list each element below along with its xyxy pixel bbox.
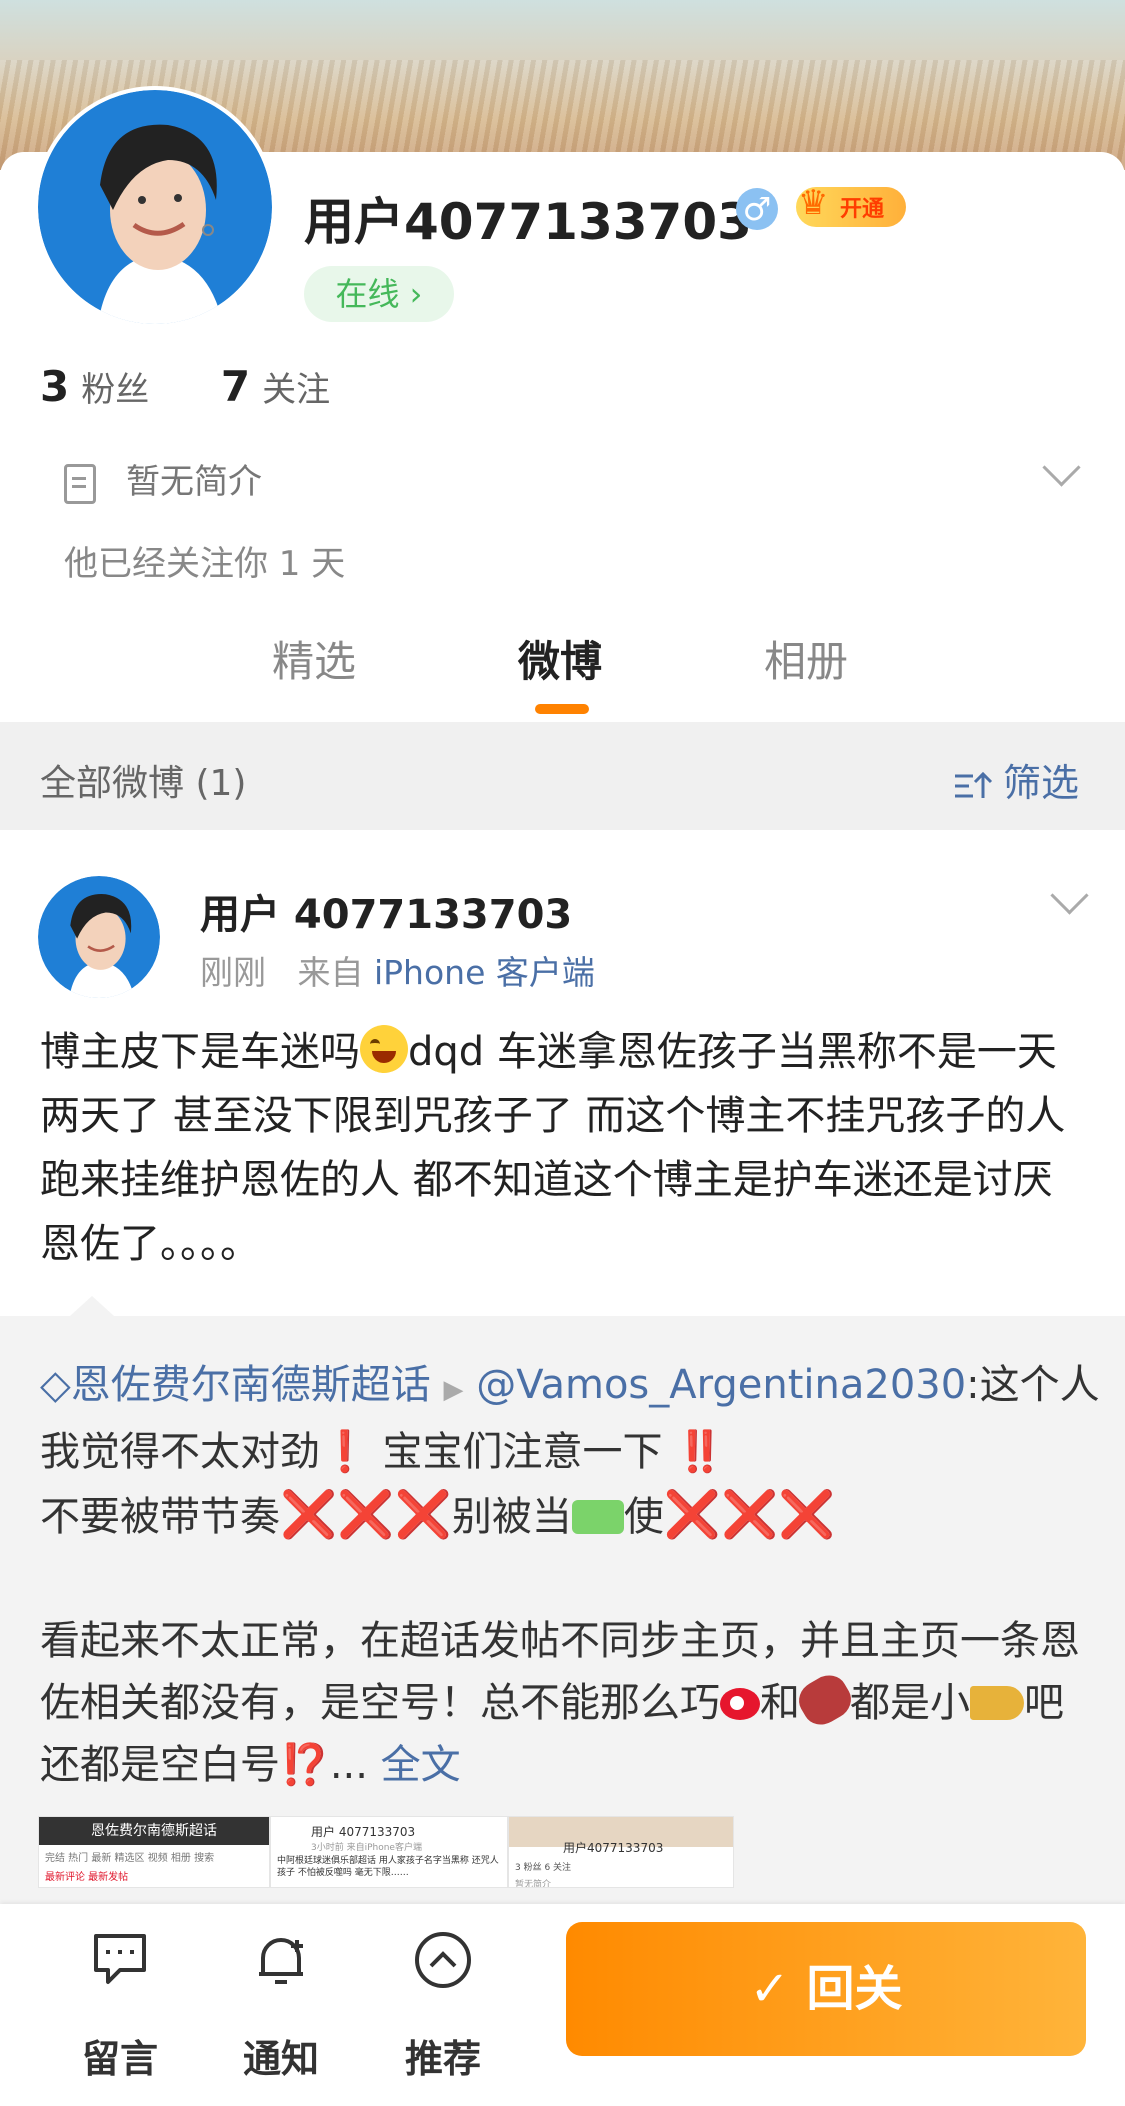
super-topic-link[interactable]: ◇恩佐费尔南德斯超话 [40,1362,431,1408]
tab-featured[interactable]: 精选 [272,628,356,689]
post-source-prefix: 来自 [297,953,364,992]
arrow-right-icon: ▶ [443,1375,464,1405]
follow-duration-text: 他已经关注你 1 天 [64,544,346,584]
filter-sort-icon [954,771,993,798]
post-source[interactable]: iPhone 客户端 [374,953,595,992]
repost-image-2[interactable]: 用户 4077133703 3小时前 来自iPhone客户端 中阿根廷球迷俱乐部… [270,1816,508,1888]
water-pistol-emoji-icon [571,1500,624,1534]
reposted-content[interactable]: ◇恩佐费尔南德斯超话 ▶ @Vamos_Argentina2030:这个人我觉得… [0,1296,1125,1936]
chevron-up-circle-icon [415,1932,471,1988]
profile-bio: 暂无简介 [64,454,262,504]
mention-link[interactable]: @Vamos_Argentina2030 [476,1362,966,1408]
post-text: 博主皮下是车迷吗 dqd 车迷拿恩佐孩子当黑称不是一天两天了 甚至没下限到咒孩子了… [40,1020,1090,1276]
crown-icon: ♛ [798,183,829,223]
profile-tabs: 精选 微博 相册 [0,620,1125,720]
post-author-avatar[interactable] [38,876,160,998]
profile-username: 用户4077133703 [304,193,752,251]
post-author-name[interactable]: 用户 4077133703 [200,882,572,940]
follow-back-button[interactable]: ✓ 回关 [566,1922,1086,2056]
active-tab-indicator [535,704,589,714]
following-stat[interactable]: 7 关注 [221,362,330,411]
chat-bubble-icon [94,1934,146,1984]
online-status-button[interactable]: 在线 › [304,266,454,322]
vip-open-badge[interactable]: ♛ 开通 [796,183,906,227]
bottom-action-bar: 留言 通知 推荐 ✓ 回关 [0,1904,1125,2106]
profile-avatar[interactable] [38,90,272,324]
bio-text: 暂无简介 [126,462,262,502]
weibo-logo-icon [720,1688,760,1720]
posts-filter-bar: 全部微博 (1) 筛选 [0,722,1125,830]
repost-image-3[interactable]: 用户4077133703 3 粉丝 6 关注 暂无简介 [508,1816,734,1888]
sweet-potato-emoji-icon [792,1668,858,1732]
profile-stats: 3 粉丝 7 关注 [40,362,330,411]
male-gender-icon: ♂ [736,188,778,230]
tab-album[interactable]: 相册 [764,628,848,689]
post-menu-chevron-icon[interactable] [1050,876,1089,915]
diamond-icon: ◇ [40,1362,71,1408]
repost-text: ◇恩佐费尔南德斯超话 ▶ @Vamos_Argentina2030:这个人我觉得… [40,1362,1100,1788]
filter-button[interactable]: 筛选 [953,752,1079,807]
post-meta: 刚刚 来自 iPhone 客户端 [200,946,595,994]
laugh-cry-emoji-icon [360,1025,408,1073]
vip-badge-label: 开通 [840,197,885,222]
full-text-link[interactable]: 全文 [381,1742,461,1788]
post-time: 刚刚 [200,953,266,992]
bell-plus-icon [259,1938,303,1984]
tab-weibo[interactable]: 微博 [518,628,602,689]
all-posts-count: 全部微博 (1) [40,763,247,804]
trumpet-emoji-icon [970,1686,1024,1720]
fans-stat[interactable]: 3 粉丝 [40,362,149,411]
document-icon [64,463,96,504]
repost-image-1[interactable]: 恩佐费尔南德斯超话 完结 热门 最新 精选区 视频 相册 搜索 最新评论 最新发… [38,1816,270,1888]
